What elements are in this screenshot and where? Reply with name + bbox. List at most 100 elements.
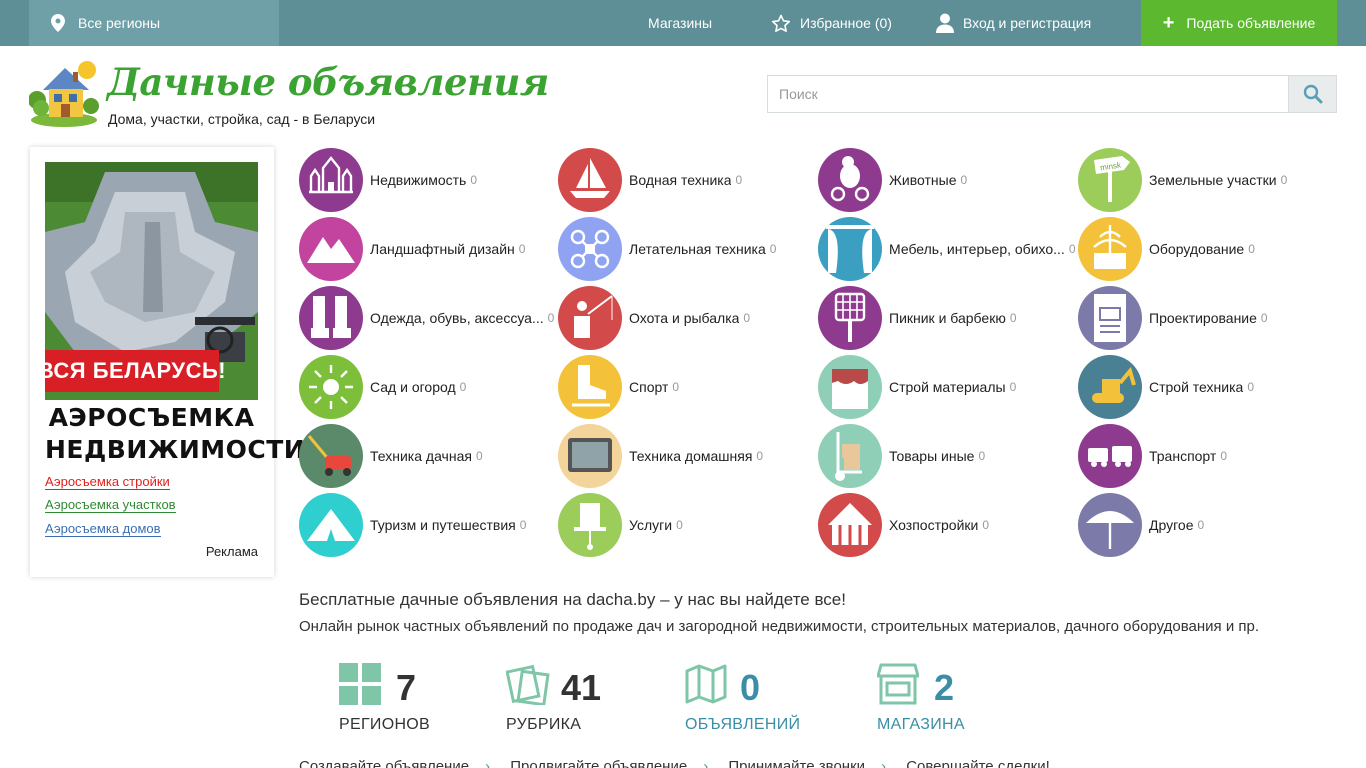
category-item[interactable]: Услуги 0 <box>558 493 683 557</box>
paint-bucket-icon <box>818 355 882 419</box>
cards-icon <box>506 664 550 705</box>
search-input[interactable] <box>767 75 1288 113</box>
category-item[interactable]: Пикник и барбекю 0 <box>818 286 1017 350</box>
bear-bike-icon <box>818 148 882 212</box>
sailboat-icon <box>558 148 622 212</box>
skate-icon <box>558 355 622 419</box>
category-item[interactable]: Охота и рыбалка 0 <box>558 286 750 350</box>
category-label: Хозпостройки <box>889 517 979 533</box>
ad-link[interactable]: Аэросъемка стройки <box>45 474 170 490</box>
top-hat-icon <box>558 493 622 557</box>
blueprint-icon <box>1078 286 1142 350</box>
category-item[interactable]: Строй материалы 0 <box>818 355 1016 419</box>
category-label: Земельные участки <box>1149 172 1277 188</box>
info-title: Бесплатные дачные объявления на dacha.by… <box>299 590 846 609</box>
step-item: Совершайте сделки! <box>906 758 1050 768</box>
shops-link[interactable]: Магазины <box>648 0 712 46</box>
ad-link[interactable]: Аэросъемка домов <box>45 521 161 537</box>
category-item[interactable]: Техника дачная 0 <box>299 424 483 488</box>
region-selector[interactable]: Все регионы <box>29 0 279 46</box>
site-subtitle: Дома, участки, стройка, сад - в Беларуси <box>108 111 376 127</box>
login-label: Вход и регистрация <box>963 15 1092 31</box>
category-item[interactable]: Строй техника 0 <box>1078 355 1254 419</box>
category-count: 0 <box>743 311 751 325</box>
excavator-icon <box>1078 355 1142 419</box>
stat-number: 0 <box>740 667 761 708</box>
lawnmower-icon <box>299 424 363 488</box>
category-item[interactable]: Проектирование 0 <box>1078 286 1268 350</box>
circus-tent-icon <box>818 493 882 557</box>
map-icon <box>685 664 727 704</box>
category-count: 0 <box>672 380 680 394</box>
tent-icon <box>299 493 363 557</box>
category-label: Водная техника <box>629 172 732 188</box>
fountain-icon <box>1078 217 1142 281</box>
stat-label: РЕГИОНОВ <box>339 716 431 733</box>
category-label: Пикник и барбекю <box>889 310 1006 326</box>
ad-heading: АЭРОСЪЕМКА <box>48 403 255 432</box>
stat-label: ОБЪЯВЛЕНИЙ <box>685 716 801 733</box>
category-label: Транспорт <box>1149 448 1217 464</box>
mountains-icon <box>299 217 363 281</box>
favorites-link[interactable]: Избранное (0) <box>771 0 892 46</box>
category-item[interactable]: Животные 0 <box>818 148 967 212</box>
star-icon <box>771 14 791 32</box>
category-item[interactable]: Другое 0 <box>1078 493 1204 557</box>
ad-aerial-photo[interactable]: ВСЯ БЕЛАРУСЬ! <box>45 162 258 400</box>
region-label: Все регионы <box>78 15 161 31</box>
curtains-icon <box>818 217 882 281</box>
category-label: Спорт <box>629 379 669 395</box>
plus-icon: + <box>1162 12 1175 34</box>
category-count: 0 <box>459 380 467 394</box>
category-label: Техника дачная <box>370 448 472 464</box>
search-button[interactable] <box>1288 75 1337 113</box>
category-label: Ландшафтный дизайн <box>370 241 515 257</box>
category-item[interactable]: Техника домашняя 0 <box>558 424 763 488</box>
add-listing-button[interactable]: + Подать объявление <box>1141 0 1337 46</box>
category-label: Другое <box>1149 517 1194 533</box>
category-count: 0 <box>1220 449 1228 463</box>
category-label: Охота и рыбалка <box>629 310 740 326</box>
ad-banner: ВСЯ БЕЛАРУСЬ! <box>45 350 226 392</box>
category-label: Мебель, интерьер, обихо... <box>889 241 1065 257</box>
category-item[interactable]: minsk Земельные участки 0 <box>1078 148 1287 212</box>
category-count: 0 <box>978 449 986 463</box>
login-link[interactable]: Вход и регистрация <box>936 0 1091 46</box>
store-icon <box>877 663 919 705</box>
step-item: Создавайте объявление <box>299 758 470 768</box>
category-count: 0 <box>470 173 478 187</box>
category-item[interactable]: Летательная техника 0 <box>558 217 776 281</box>
category-label: Техника домашняя <box>629 448 753 464</box>
house-logo-icon[interactable] <box>29 60 99 128</box>
grid-icon <box>339 663 381 705</box>
category-count: 0 <box>1197 518 1205 532</box>
ad-link[interactable]: Аэросъемка участков <box>45 497 176 513</box>
category-count: 0 <box>735 173 743 187</box>
category-item[interactable]: Оборудование 0 <box>1078 217 1255 281</box>
hand-truck-icon <box>818 424 882 488</box>
stat-number: 41 <box>561 667 602 708</box>
category-item[interactable]: Сад и огород 0 <box>299 355 466 419</box>
category-item[interactable]: Ландшафтный дизайн 0 <box>299 217 525 281</box>
category-count: 0 <box>1280 173 1288 187</box>
steps-row: Создавайте объявление › Продвигайте объяв… <box>299 758 1066 768</box>
category-label: Животные <box>889 172 957 188</box>
category-label: Услуги <box>629 517 673 533</box>
category-item[interactable]: Туризм и путешествия 0 <box>299 493 526 557</box>
category-item[interactable]: Транспорт 0 <box>1078 424 1227 488</box>
site-title[interactable]: Дачные объявления <box>107 60 549 104</box>
umbrella-icon <box>1078 493 1142 557</box>
category-item[interactable]: Недвижимость 0 <box>299 148 477 212</box>
category-item[interactable]: Спорт 0 <box>558 355 679 419</box>
category-label: Товары иные <box>889 448 975 464</box>
signpost-icon: minsk <box>1078 148 1142 212</box>
chevron-right-icon: › <box>485 758 491 768</box>
category-label: Проектирование <box>1149 310 1257 326</box>
category-item[interactable]: Водная техника 0 <box>558 148 742 212</box>
category-item[interactable]: Товары иные 0 <box>818 424 985 488</box>
category-count: 0 <box>1068 242 1076 256</box>
category-item[interactable]: Хозпостройки 0 <box>818 493 989 557</box>
category-item[interactable]: Мебель, интерьер, обихо... 0 <box>818 217 1076 281</box>
category-item[interactable]: Одежда, обувь, аксессуа... 0 <box>299 286 554 350</box>
category-count: 0 <box>756 449 764 463</box>
